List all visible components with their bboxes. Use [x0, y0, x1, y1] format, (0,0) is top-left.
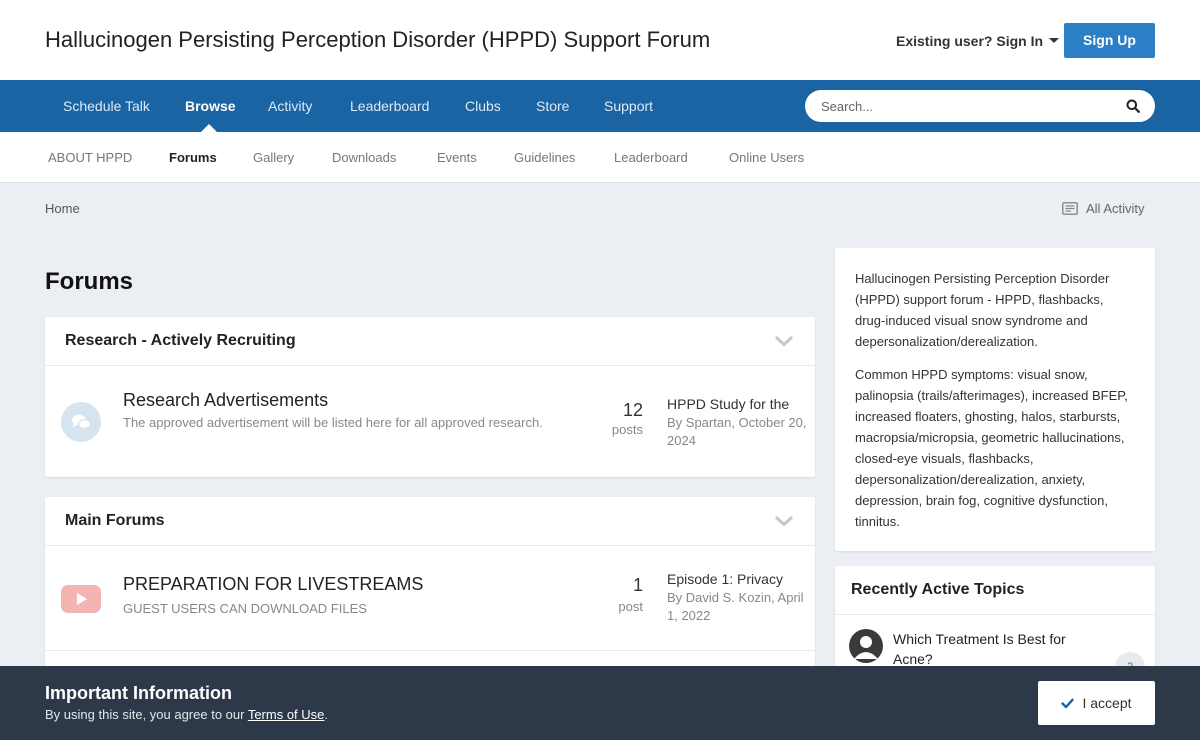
checkmark-icon	[1061, 698, 1075, 709]
category-title[interactable]: Research - Actively Recruiting	[65, 332, 296, 350]
terms-of-use-link[interactable]: Terms of Use	[248, 707, 325, 722]
search-icon[interactable]	[1126, 99, 1140, 113]
important-information-bar: Important Information By using this site…	[0, 666, 1200, 740]
nav-clubs[interactable]: Clubs	[465, 80, 501, 132]
sign-in-menu[interactable]: Existing user? Sign In	[896, 33, 1060, 49]
subnav-events[interactable]: Events	[437, 132, 477, 183]
search-box	[805, 90, 1155, 122]
youtube-icon	[61, 585, 101, 613]
avatar[interactable]	[849, 629, 883, 663]
category-header: Main Forums	[45, 497, 815, 546]
notice-text-after: .	[324, 707, 329, 722]
accept-label: I accept	[1082, 695, 1132, 711]
nav-schedule-talk[interactable]: Schedule Talk	[63, 80, 150, 132]
last-post-meta: By Spartan, October 20, 2024	[667, 415, 807, 448]
secondary-nav: ABOUT HPPD Forums Gallery Downloads Even…	[0, 132, 1200, 183]
nav-activity[interactable]: Activity	[268, 80, 312, 132]
divider	[835, 614, 1155, 615]
nav-leaderboard[interactable]: Leaderboard	[350, 80, 429, 132]
forum-row: Research Advertisements The approved adv…	[45, 367, 815, 477]
search-input[interactable]	[821, 90, 1111, 122]
notice-text: By using this site, you agree to our Ter…	[45, 707, 328, 722]
about-paragraph: Hallucinogen Persisting Perception Disor…	[855, 271, 1110, 349]
chevron-down-icon[interactable]	[775, 335, 793, 347]
active-nav-pointer	[201, 124, 217, 132]
nav-store[interactable]: Store	[536, 80, 569, 132]
symptoms-paragraph: Common HPPD symptoms: visual snow, palin…	[855, 367, 1128, 529]
forum-row: PREPARATION FOR LIVESTREAMS GUEST USERS …	[45, 547, 815, 651]
notice-text-before: By using this site, you agree to our	[45, 707, 248, 722]
subnav-forums[interactable]: Forums	[169, 132, 217, 183]
site-title[interactable]: Hallucinogen Persisting Perception Disor…	[45, 27, 710, 53]
subnav-gallery[interactable]: Gallery	[253, 132, 294, 183]
nav-support[interactable]: Support	[604, 80, 653, 132]
subnav-downloads[interactable]: Downloads	[332, 132, 396, 183]
recent-topics-title: Recently Active Topics	[851, 581, 1025, 598]
last-post-title[interactable]: HPPD Study for the	[667, 396, 807, 412]
sign-up-button[interactable]: Sign Up	[1064, 23, 1155, 58]
activity-feed-icon	[1062, 202, 1078, 215]
post-count-label: post	[618, 599, 643, 614]
all-activity-label: All Activity	[1086, 201, 1145, 216]
category-header: Research - Actively Recruiting	[45, 317, 815, 366]
site-header: Hallucinogen Persisting Perception Disor…	[0, 0, 1200, 80]
forum-description: The approved advertisement will be liste…	[123, 415, 543, 430]
category-research: Research - Actively Recruiting Research …	[45, 317, 815, 477]
category-main-forums: Main Forums PREPARATION FOR LIVESTREAMS …	[45, 497, 815, 666]
sign-in-label: Existing user? Sign In	[896, 33, 1044, 49]
all-activity-link[interactable]: All Activity	[1062, 201, 1145, 216]
forum-name[interactable]: PREPARATION FOR LIVESTREAMS	[123, 574, 423, 595]
post-count: 12	[622, 400, 643, 420]
forum-about-widget: Hallucinogen Persisting Perception Disor…	[835, 248, 1155, 551]
last-post-meta: By David S. Kozin, April 1, 2022	[667, 590, 804, 623]
topic-title[interactable]: Which Treatment Is Best for Acne?	[893, 629, 1103, 669]
subnav-online-users[interactable]: Online Users	[729, 132, 804, 183]
breadcrumb-home[interactable]: Home	[45, 201, 80, 216]
page-title: Forums	[45, 268, 134, 295]
chevron-down-icon[interactable]	[775, 515, 793, 527]
caret-down-icon	[1049, 38, 1060, 43]
subnav-about-hppd[interactable]: ABOUT HPPD	[48, 132, 132, 183]
chat-bubbles-icon	[61, 402, 101, 442]
post-count: 1	[632, 575, 643, 595]
accept-button[interactable]: I accept	[1038, 681, 1155, 725]
notice-title: Important Information	[45, 683, 232, 703]
post-count-label: posts	[611, 422, 643, 437]
category-title[interactable]: Main Forums	[65, 512, 165, 530]
last-post-title[interactable]: Episode 1: Privacy	[667, 571, 807, 587]
subnav-leaderboard[interactable]: Leaderboard	[614, 132, 688, 183]
forum-description: GUEST USERS CAN DOWNLOAD FILES	[123, 601, 367, 616]
subnav-guidelines[interactable]: Guidelines	[514, 132, 575, 183]
forum-name[interactable]: Research Advertisements	[123, 390, 328, 411]
